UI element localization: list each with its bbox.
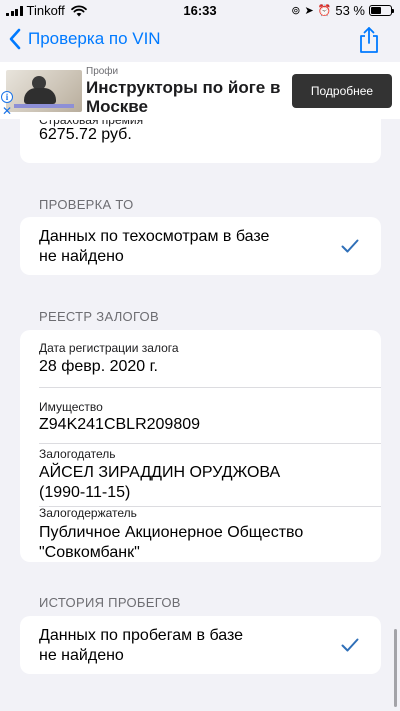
- content-scroll-area[interactable]: Страховая премия 6275.72 руб. ПРОВЕРКА Т…: [0, 119, 400, 711]
- insurance-premium-value: 6275.72 руб.: [39, 126, 132, 143]
- alarm-icon: ⏰: [317, 4, 332, 17]
- nav-bar: Проверка по VIN: [0, 22, 400, 62]
- ad-banner[interactable]: i ✕ Профи Инструкторы по йоге в Москве П…: [0, 62, 400, 119]
- battery-icon: [369, 5, 394, 16]
- back-button[interactable]: Проверка по VIN: [8, 28, 161, 50]
- pledges-section-header: РЕЕСТР ЗАЛОГОВ: [39, 309, 159, 324]
- back-button-label: Проверка по VIN: [28, 29, 161, 48]
- battery-fill: [371, 7, 382, 14]
- checkmark-icon: [341, 638, 359, 652]
- ad-brand: Профи: [86, 66, 119, 77]
- mileage-section-header: ИСТОРИЯ ПРОБЕГОВ: [39, 595, 181, 610]
- location-icon: ➤: [304, 4, 314, 17]
- ad-image[interactable]: [6, 70, 82, 112]
- pledges-card: Дата регистрации залога 28 февр. 2020 г.…: [20, 330, 381, 562]
- pledge-property-label: Имущество: [39, 400, 103, 414]
- pledgor-value-line1: АЙСЕЛ ЗИРАДДИН ОРУДЖОВА: [39, 464, 281, 481]
- pledgee-value-line2: "Совкомбанк": [39, 544, 140, 561]
- divider: [39, 387, 381, 388]
- pledgor-label: Залогодатель: [39, 447, 116, 461]
- pledge-date-label: Дата регистрации залога: [39, 341, 179, 355]
- divider: [39, 443, 381, 444]
- ad-headline[interactable]: Инструкторы по йоге в Москве: [86, 78, 286, 116]
- share-icon[interactable]: [358, 26, 380, 54]
- mileage-card[interactable]: Данных по пробегам в базе не найдено: [20, 616, 381, 674]
- mileage-text-line1: Данных по пробегам в базе: [39, 627, 244, 644]
- status-right: ⊚ ➤ ⏰ 53 %: [291, 3, 394, 18]
- chevron-left-icon: [9, 28, 21, 50]
- battery-percent: 53 %: [335, 3, 365, 18]
- pledgor-value-line2: (1990-11-15): [39, 484, 131, 501]
- checkmark-icon: [341, 239, 359, 253]
- inspection-card[interactable]: Данных по техосмотрам в базе не найдено: [20, 217, 381, 275]
- ad-details-button[interactable]: Подробнее: [292, 74, 392, 108]
- scroll-indicator[interactable]: [394, 629, 397, 707]
- ad-image-mat: [14, 104, 74, 108]
- pledge-date-value: 28 февр. 2020 г.: [39, 358, 158, 375]
- ad-image-figure-body: [24, 88, 56, 104]
- status-bar: Tinkoff 16:33 ⊚ ➤ ⏰ 53 %: [0, 0, 400, 22]
- inspection-text-line1: Данных по техосмотрам в базе: [39, 228, 270, 245]
- pledgee-value-line1: Публичное Акционерное Общество: [39, 524, 304, 541]
- ad-info-icon[interactable]: i: [1, 91, 13, 103]
- pledge-property-value: Z94K241CBLR209809: [39, 416, 201, 433]
- screen-rotation-lock-icon: ⊚: [291, 4, 301, 17]
- ad-close-icon[interactable]: ✕: [2, 105, 12, 117]
- inspection-section-header: ПРОВЕРКА ТО: [39, 197, 134, 212]
- inspection-text-line2: не найдено: [39, 248, 124, 265]
- pledgee-label: Залогодержатель: [39, 506, 137, 520]
- mileage-text-line2: не найдено: [39, 647, 124, 664]
- insurance-card: Страховая премия 6275.72 руб.: [20, 119, 381, 163]
